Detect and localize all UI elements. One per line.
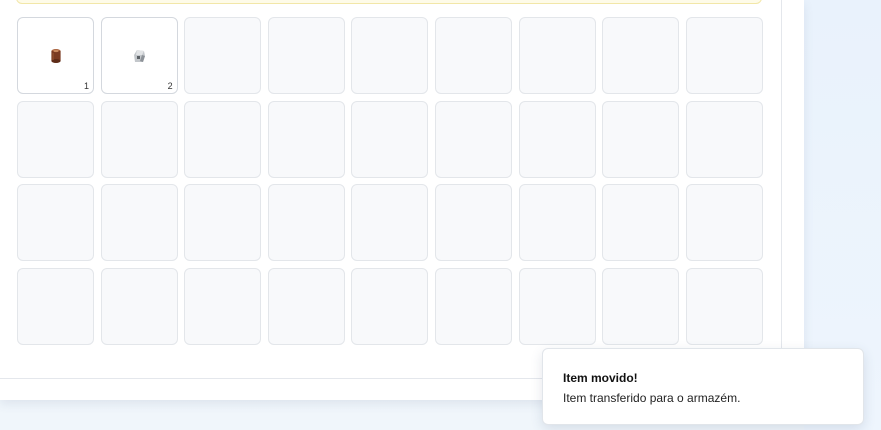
inventory-slot[interactable] [100, 100, 178, 178]
inventory-slot[interactable] [434, 184, 512, 261]
inventory-slot[interactable] [518, 267, 596, 345]
inventory-slot[interactable] [184, 17, 262, 94]
toast-title: Item movido! [563, 371, 638, 385]
inventory-slot[interactable] [351, 184, 429, 261]
inventory-slot[interactable] [518, 184, 596, 261]
inventory-slot[interactable] [100, 267, 178, 345]
notice-banner [16, 0, 762, 4]
inventory-container: 12 [0, 0, 782, 379]
inventory-slot[interactable] [434, 17, 512, 94]
inventory-slot[interactable] [351, 267, 429, 345]
inventory-slot[interactable] [602, 100, 680, 178]
item-quantity: 2 [167, 81, 173, 91]
inventory-slot[interactable] [602, 267, 680, 345]
inventory-slot[interactable] [602, 17, 680, 94]
inventory-slot[interactable] [267, 100, 345, 178]
inventory-slot[interactable] [685, 184, 763, 261]
inventory-slot[interactable] [685, 267, 763, 345]
inventory-slot[interactable] [351, 17, 429, 94]
inventory-slot[interactable] [267, 17, 345, 94]
item-quantity: 1 [83, 81, 89, 91]
inventory-slot[interactable] [184, 100, 262, 178]
inventory-slot[interactable] [267, 267, 345, 345]
stone-icon [129, 46, 149, 66]
inventory-grid: 12 [17, 17, 763, 345]
inventory-slot[interactable] [602, 184, 680, 261]
inventory-slot[interactable] [184, 184, 262, 261]
inventory-slot[interactable] [518, 100, 596, 178]
toast-message: Item transferido para o armazém. [563, 391, 741, 405]
inventory-slot[interactable] [434, 267, 512, 345]
inventory-slot[interactable] [351, 100, 429, 178]
inventory-slot[interactable] [17, 267, 94, 345]
inventory-slot[interactable] [17, 100, 94, 178]
inventory-slot[interactable] [685, 100, 763, 178]
inventory-slot[interactable]: 1 [17, 17, 94, 94]
toast-notification: Item movido! Item transferido para o arm… [542, 348, 864, 425]
inventory-slot[interactable] [267, 184, 345, 261]
inventory-slot[interactable]: 2 [100, 17, 178, 94]
inventory-slot[interactable] [100, 184, 178, 261]
log-icon [46, 46, 66, 66]
inventory-slot[interactable] [518, 17, 596, 94]
inventory-slot[interactable] [685, 17, 763, 94]
inventory-slot[interactable] [17, 184, 94, 261]
inventory-panel: 12 [0, 0, 804, 400]
inventory-slot[interactable] [184, 267, 262, 345]
inventory-slot[interactable] [434, 100, 512, 178]
